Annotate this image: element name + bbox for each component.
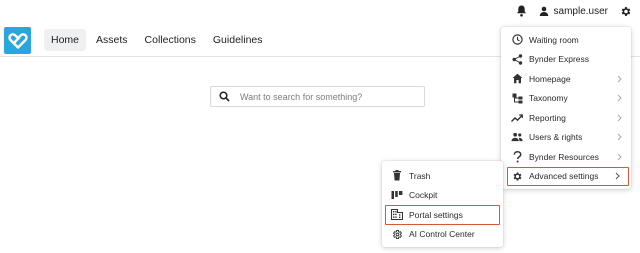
bell-icon[interactable]	[516, 5, 528, 17]
question-icon	[511, 150, 523, 163]
search-input[interactable]	[234, 90, 414, 103]
menu-item-users-rights[interactable]: Users & rights	[501, 128, 631, 148]
chevron-right-icon	[615, 151, 623, 162]
search-box	[210, 86, 425, 107]
menu-item-taxonomy[interactable]: Taxonomy	[501, 89, 631, 109]
menu-item-label: Reporting	[529, 112, 566, 123]
chevron-right-icon	[615, 112, 623, 123]
submenu-item-cockpit[interactable]: Cockpit	[382, 186, 503, 206]
cockpit-icon	[391, 189, 403, 201]
share-icon	[511, 53, 523, 65]
nav-collections[interactable]: Collections	[138, 29, 203, 51]
menu-item-waiting-room[interactable]: Waiting room	[501, 30, 631, 50]
bynder-logo[interactable]	[4, 27, 31, 54]
trend-icon	[511, 112, 523, 124]
submenu-item-label: AI Control Center	[409, 229, 475, 240]
menu-item-label: Taxonomy	[529, 93, 568, 104]
menu-item-homepage[interactable]: Homepage	[501, 69, 631, 89]
menu-item-label: Bynder Resources	[529, 151, 599, 162]
user-menu[interactable]: sample.user	[538, 5, 608, 17]
menu-item-advanced-settings[interactable]: Advanced settings	[507, 166, 629, 187]
user-icon	[538, 5, 550, 17]
submenu-item-label: Trash	[409, 170, 431, 181]
menu-item-label: Users & rights	[529, 132, 583, 143]
submenu-item-label: Portal settings	[409, 209, 463, 220]
building-icon	[391, 209, 403, 221]
clock-icon	[511, 34, 523, 46]
taxonomy-icon	[511, 92, 523, 104]
nav-tabs: Home Assets Collections Guidelines	[44, 29, 273, 51]
menu-item-label: Waiting room	[529, 34, 579, 45]
settings-menu: Waiting room Bynder Express Homepage Tax…	[501, 27, 631, 189]
search-icon	[214, 91, 234, 102]
trash-icon	[391, 170, 403, 182]
gear-icon[interactable]	[620, 5, 632, 17]
chevron-right-icon	[615, 93, 623, 104]
username: sample.user	[553, 5, 608, 17]
submenu-item-label: Cockpit	[409, 190, 438, 201]
gear-icon	[511, 170, 523, 182]
advanced-settings-submenu: Trash Cockpit Portal settings AI Control…	[382, 161, 503, 247]
users-icon	[511, 131, 523, 143]
submenu-item-portal-settings[interactable]: Portal settings	[385, 205, 500, 225]
chevron-right-icon	[613, 171, 621, 182]
user-controls: sample.user	[516, 3, 632, 19]
ai-gear-icon	[391, 228, 403, 240]
menu-item-label: Bynder Express	[529, 54, 589, 65]
home-icon	[511, 73, 523, 85]
submenu-item-ai-control-center[interactable]: AI Control Center	[382, 225, 503, 245]
menu-item-bynder-resources[interactable]: Bynder Resources	[501, 147, 631, 167]
menu-item-reporting[interactable]: Reporting	[501, 108, 631, 128]
chevron-right-icon	[615, 73, 623, 84]
nav-home[interactable]: Home	[44, 29, 87, 51]
nav-assets[interactable]: Assets	[89, 29, 135, 51]
nav-guidelines[interactable]: Guidelines	[206, 29, 270, 51]
top-bar: sample.user	[0, 0, 640, 22]
menu-item-label: Homepage	[529, 73, 571, 84]
menu-item-label: Advanced settings	[529, 171, 599, 182]
submenu-item-trash[interactable]: Trash	[382, 166, 503, 186]
menu-item-bynder-express[interactable]: Bynder Express	[501, 50, 631, 70]
chevron-right-icon	[615, 132, 623, 143]
